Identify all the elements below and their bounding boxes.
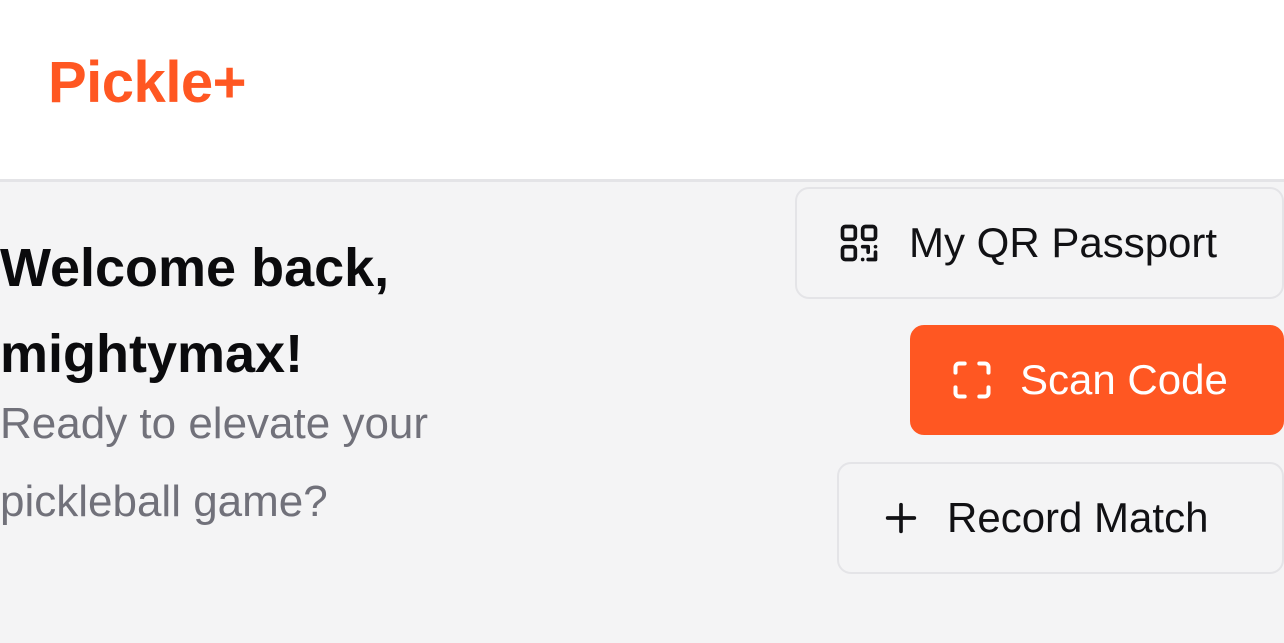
scan-code-label: Scan Code (1020, 356, 1228, 403)
plus-icon (881, 498, 921, 538)
welcome-heading: Welcome back, mightymax! (0, 238, 390, 384)
qr-passport-button[interactable]: My QR Passport (795, 187, 1284, 299)
scan-frame-icon (950, 358, 994, 402)
qr-passport-label: My QR Passport (909, 219, 1218, 266)
record-match-label: Record Match (947, 494, 1209, 541)
scan-code-button[interactable]: Scan Code (910, 325, 1284, 435)
app-logo[interactable]: Pickle+ (48, 54, 247, 112)
record-match-button[interactable]: Record Match (837, 462, 1284, 574)
qr-code-icon (837, 221, 881, 265)
dashboard-main: Welcome back, mightymax! Ready to elevat… (0, 185, 1284, 643)
app-header: Pickle+ (0, 0, 1284, 182)
welcome-subtitle: Ready to elevate your pickleball game? (0, 399, 429, 526)
